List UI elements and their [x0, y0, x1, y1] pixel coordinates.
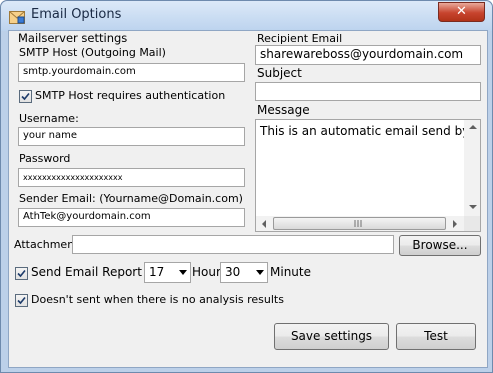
subject-field[interactable]: [255, 82, 481, 101]
email-options-icon: [9, 9, 25, 24]
message-label: Message: [257, 103, 310, 117]
recipient-email-field[interactable]: sharewareboss@yourdomain.com: [255, 45, 481, 65]
password-field[interactable]: xxxxxxxxxxxxxxxxxxxxx: [18, 168, 245, 187]
close-button[interactable]: ✕: [438, 2, 485, 22]
sender-email-field[interactable]: AthTek@yourdomain.com: [18, 208, 245, 227]
title-bar: Email Options ✕: [1, 1, 492, 31]
send-report-label: Send Email Report: [31, 265, 142, 279]
chevron-down-icon: [179, 270, 187, 275]
check-icon: [17, 296, 26, 305]
scroll-left-icon[interactable]: [262, 220, 266, 228]
smtp-auth-checkbox[interactable]: [19, 90, 32, 103]
mailserver-group-title: Mailserver settings: [18, 31, 128, 45]
browse-button[interactable]: Browse...: [399, 235, 481, 256]
username-label: Username:: [19, 112, 79, 125]
smtp-host-label: SMTP Host (Outgoing Mail): [19, 46, 166, 59]
window-title: Email Options: [31, 7, 122, 22]
smtp-auth-label: SMTP Host requires authentication: [35, 89, 226, 102]
message-box[interactable]: This is an automatic email send by AI: [255, 119, 481, 232]
no-analysis-checkbox[interactable]: [15, 294, 28, 307]
scroll-right-icon[interactable]: [453, 220, 457, 228]
test-button[interactable]: Test: [396, 323, 476, 350]
hour-value: 17: [149, 265, 165, 279]
username-field[interactable]: your name: [18, 127, 245, 146]
check-icon: [17, 269, 26, 278]
save-settings-button[interactable]: Save settings: [274, 323, 389, 350]
scroll-up-icon[interactable]: [469, 125, 477, 129]
sender-email-label: Sender Email: (Yourname@Domain.com): [19, 192, 243, 205]
scroll-corner: [464, 216, 480, 231]
message-vertical-scrollbar[interactable]: [464, 120, 480, 216]
message-text: This is an automatic email send by AI: [260, 124, 481, 138]
password-label: Password: [19, 152, 71, 165]
check-icon: [21, 92, 30, 101]
attachment-field[interactable]: [72, 235, 394, 254]
email-options-window: Email Options ✕ Mailserver settings SMTP…: [0, 0, 493, 373]
hour-label: Hour: [192, 265, 221, 279]
minute-label: Minute: [270, 265, 311, 279]
chevron-down-icon: [256, 270, 264, 275]
minute-value: 30: [225, 265, 241, 279]
scroll-down-icon[interactable]: [469, 205, 477, 209]
grip-icon: [354, 220, 362, 227]
scroll-thumb[interactable]: [273, 217, 446, 230]
smtp-host-field[interactable]: smtp.yourdomain.com: [18, 63, 245, 82]
minute-select[interactable]: 30: [220, 262, 268, 283]
attachment-label: Attachment: [14, 238, 79, 251]
send-report-checkbox[interactable]: [15, 267, 28, 280]
subject-label: Subject: [257, 66, 302, 80]
no-analysis-label: Doesn't sent when there is no analysis r…: [31, 293, 284, 306]
message-horizontal-scrollbar[interactable]: [256, 216, 464, 231]
recipient-email-label: Recipient Email: [257, 32, 343, 45]
dialog-client-area: Mailserver settings SMTP Host (Outgoing …: [8, 30, 488, 368]
hour-select[interactable]: 17: [144, 262, 191, 283]
